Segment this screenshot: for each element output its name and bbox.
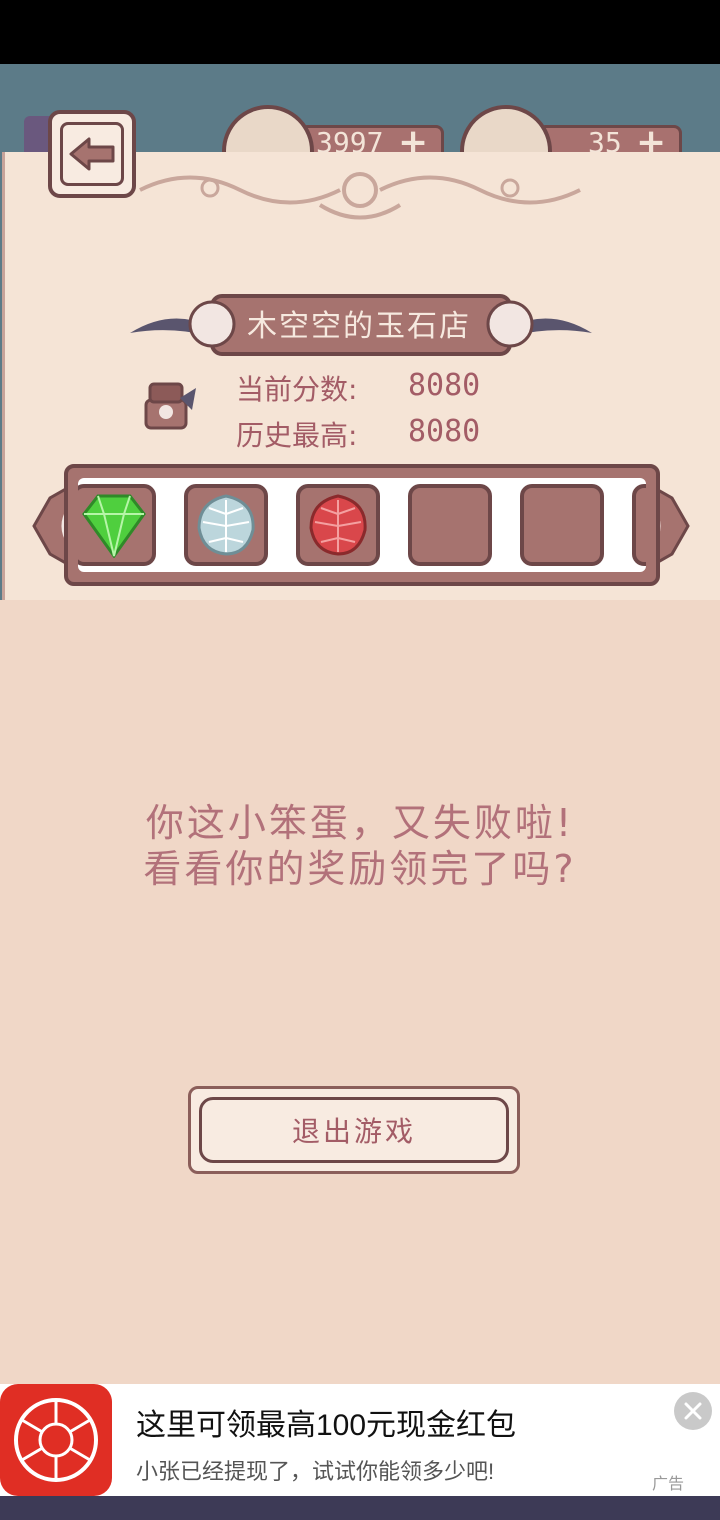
gem-slot[interactable] bbox=[184, 484, 268, 566]
close-icon bbox=[684, 1402, 702, 1420]
best-score-label: 历史最高: bbox=[236, 419, 358, 452]
ad-tag: 广告 bbox=[652, 1476, 685, 1493]
message-line-2: 看看你的奖励领完了吗? bbox=[143, 847, 577, 891]
failure-message: 你这小笨蛋，又失败啦! 看看你的奖励领完了吗? bbox=[60, 800, 660, 892]
best-score-value: 8080 bbox=[408, 414, 481, 449]
gem-slot-empty[interactable] bbox=[520, 484, 604, 566]
current-score-value: 8080 bbox=[408, 368, 481, 403]
red-leaf-gem-icon bbox=[309, 494, 367, 556]
back-arrow-icon bbox=[60, 122, 124, 186]
gem-slot[interactable] bbox=[296, 484, 380, 566]
ad-subtitle: 小张已经提现了，试试你能领多少吧! bbox=[136, 1459, 495, 1484]
gem-tray-track bbox=[78, 478, 646, 572]
status-bar bbox=[0, 0, 720, 64]
exit-game-label: 退出游戏 bbox=[199, 1097, 509, 1163]
gem-slot-empty[interactable] bbox=[632, 484, 646, 566]
result-overlay bbox=[0, 600, 720, 1385]
ornament-divider-icon bbox=[139, 172, 581, 220]
ad-banner[interactable]: 这里可领最高100元现金红包 小张已经提现了，试试你能领多少吧! 广告 bbox=[0, 1384, 720, 1496]
exit-game-button[interactable]: 退出游戏 bbox=[188, 1086, 520, 1174]
green-gem-icon bbox=[82, 494, 146, 558]
back-button[interactable] bbox=[48, 110, 136, 198]
shop-title: 木空空的玉石店 bbox=[247, 309, 471, 344]
current-score-label: 当前分数: bbox=[236, 373, 358, 406]
gem-tray bbox=[64, 464, 660, 586]
gem-slot[interactable] bbox=[78, 484, 156, 566]
blue-leaf-gem-icon bbox=[197, 494, 255, 556]
message-line-1: 你这小笨蛋，又失败啦! bbox=[145, 801, 575, 845]
ad-close-button[interactable] bbox=[674, 1392, 712, 1430]
ad-title: 这里可领最高100元现金红包 bbox=[136, 1409, 517, 1442]
gem-slot-empty[interactable] bbox=[408, 484, 492, 566]
jewelry-box-icon bbox=[144, 382, 196, 430]
pinduoduo-logo-icon bbox=[0, 1384, 112, 1496]
